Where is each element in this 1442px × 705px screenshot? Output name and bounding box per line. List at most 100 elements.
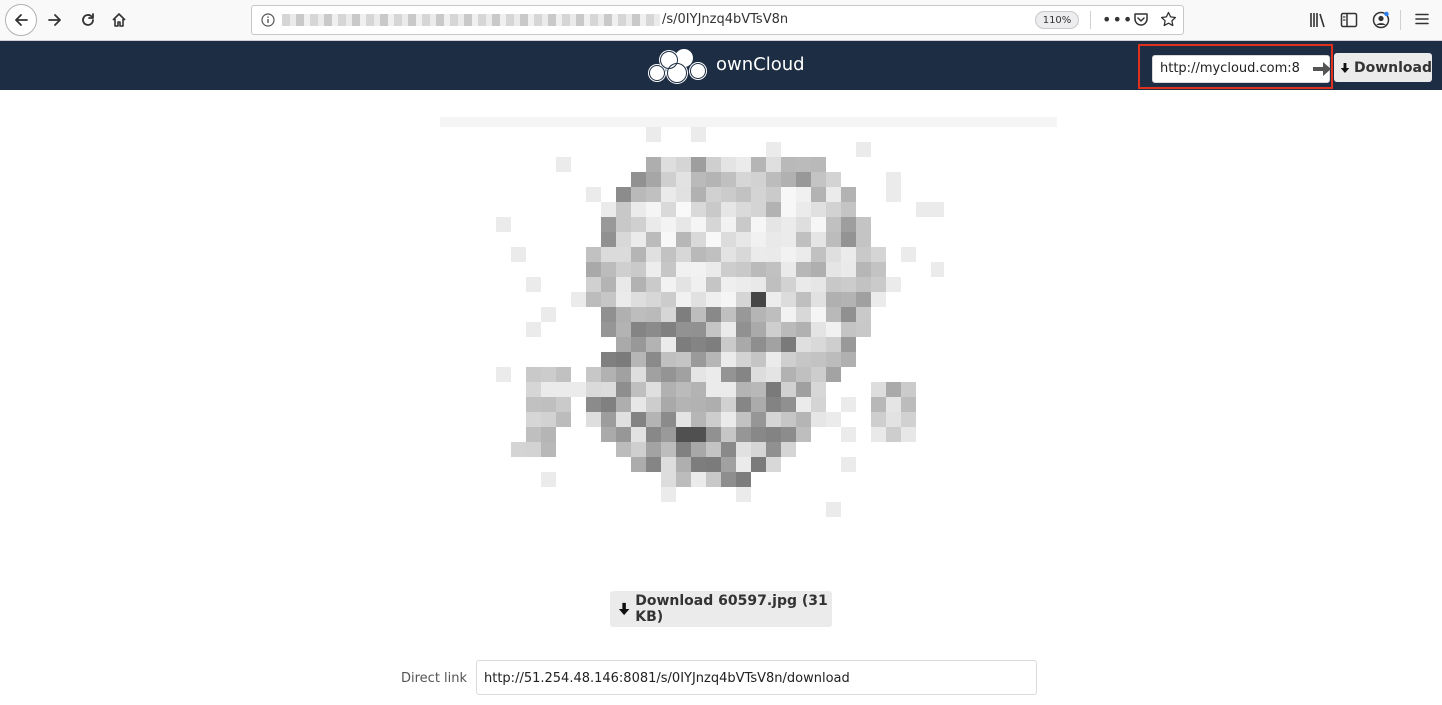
preview-pixel [661,367,676,382]
preview-pixel [586,397,601,412]
preview-pixel [496,217,511,232]
preview-pixel [646,202,661,217]
sidebar-icon[interactable] [1340,11,1358,29]
preview-pixel [811,217,826,232]
preview-pixel [811,367,826,382]
preview-pixel [736,337,751,352]
back-button[interactable] [5,4,37,36]
preview-pixel [721,382,736,397]
preview-pixel [841,202,856,217]
remote-server-address-input[interactable]: http://mycloud.com:8 [1152,55,1330,83]
preview-pixel [601,217,616,232]
preview-pixel [886,397,901,412]
preview-pixel [751,412,766,427]
direct-link-input[interactable]: http://51.254.48.146:8081/s/0IYJnzq4bVTs… [476,660,1037,695]
preview-pixel [751,352,766,367]
preview-pixel [796,172,811,187]
preview-pixel [586,292,601,307]
preview-pixel [646,397,661,412]
preview-pixel [721,397,736,412]
preview-pixel [796,247,811,262]
preview-pixel [841,262,856,277]
preview-pixel [586,382,601,397]
preview-pixel [586,262,601,277]
home-button[interactable] [104,5,134,35]
preview-pixel [721,217,736,232]
preview-pixel [661,412,676,427]
preview-pixel [661,442,676,457]
more-dots-icon[interactable]: ••• [1102,10,1133,29]
preview-pixel [751,202,766,217]
pocket-icon[interactable] [1133,12,1149,27]
preview-pixel [841,397,856,412]
preview-pixel [781,157,796,172]
preview-pixel [781,352,796,367]
preview-pixel [796,337,811,352]
preview-pixel [676,427,691,442]
forward-button[interactable] [40,5,70,35]
info-icon[interactable] [261,13,275,27]
preview-pixel [721,352,736,367]
hamburger-menu-icon[interactable] [1414,11,1430,27]
preview-pixel [811,412,826,427]
url-host-blurred [282,14,660,26]
preview-pixel [691,322,706,337]
url-path: /s/0IYJnzq4bVTsV8n [662,12,789,27]
preview-pixel [601,277,616,292]
preview-pixel [691,172,706,187]
preview-pixel [646,427,661,442]
preview-pixel [796,277,811,292]
preview-pixel [796,397,811,412]
owncloud-cloud-logo[interactable] [643,47,711,85]
preview-pixel [646,217,661,232]
toolbar-separator [1400,10,1401,30]
preview-pixel [616,307,631,322]
preview-pixel [766,412,781,427]
preview-pixel [751,442,766,457]
preview-pixel [541,382,556,397]
preview-pixel [826,502,841,517]
account-icon[interactable] [1372,11,1390,29]
preview-pixel [541,442,556,457]
preview-pixel [541,412,556,427]
zoom-level-badge[interactable]: 110% [1035,11,1079,29]
preview-pixel [631,202,646,217]
preview-pixel [616,412,631,427]
preview-pixel [691,337,706,352]
preview-pixel [796,232,811,247]
preview-pixel [751,277,766,292]
preview-pixel [631,337,646,352]
back-arrow-icon [15,14,28,26]
preview-pixel [511,247,526,262]
preview-pixel [631,382,646,397]
preview-pixel [766,367,781,382]
preview-pixel [646,292,661,307]
preview-pixel [646,172,661,187]
url-bar[interactable]: /s/0IYJnzq4bVTsV8n 110% ••• [251,5,1184,35]
preview-pixel [601,202,616,217]
preview-pixel [811,292,826,307]
preview-pixel [631,322,646,337]
preview-pixel [616,247,631,262]
preview-pixel [706,442,721,457]
preview-pixel [721,262,736,277]
preview-pixel [736,352,751,367]
preview-pixel [691,157,706,172]
star-icon[interactable] [1160,11,1177,28]
preview-pixel [541,307,556,322]
arrow-right-icon[interactable] [1312,61,1332,77]
file-download-button[interactable]: Download 60597.jpg (31 KB) [610,591,832,627]
preview-pixel [811,232,826,247]
preview-pixel [676,262,691,277]
preview-pixel [661,487,676,502]
preview-pixel [736,217,751,232]
preview-pixel [736,487,751,502]
preview-pixel [646,367,661,382]
reload-button[interactable] [73,5,103,35]
library-icon[interactable] [1309,11,1327,29]
preview-pixel [526,277,541,292]
preview-pixel [901,247,916,262]
preview-pixel [706,292,721,307]
header-download-button[interactable]: Download [1334,53,1432,82]
preview-pixel [661,457,676,472]
